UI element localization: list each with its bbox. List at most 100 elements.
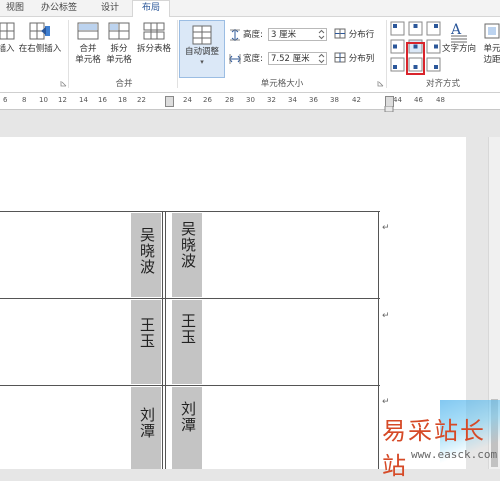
ruler-number: 36 [309,96,318,104]
height-value: 3 厘米 [271,30,297,40]
ruler-number: 42 [352,96,361,104]
ruler-number: 38 [330,96,339,104]
width-label: 宽度: [243,54,263,64]
ribbon-tab-bar: 视图 办公标签 设计 布局 [0,0,500,18]
row-height-icon [230,29,240,41]
ruler-number: 12 [58,96,67,104]
tab-view[interactable]: 视图 [0,1,30,16]
insert-left-label: 插入 [0,44,15,54]
distribute-columns-button[interactable]: 分布列 [334,52,374,66]
horizontal-ruler: 6 8 10 12 14 16 18 22 24 26 28 30 32 34 36 38 42 44 46 48 [0,93,500,133]
ruler-number: 16 [98,96,107,104]
insert-left-button[interactable]: 插入 [0,21,16,55]
table-cell-text: 吴晓波 [179,221,197,269]
ruler-number: 28 [225,96,234,104]
alignment-group-label: 对齐方式 [425,79,460,89]
split-cells-icon [108,22,130,40]
split-cells-button[interactable]: 拆分 单元格 [104,21,134,66]
align-top-right-icon[interactable] [426,21,441,36]
text-direction-button[interactable]: A 文字方向 [440,21,478,55]
merge-cells-label-1: 合并 [79,44,97,54]
group-separator [177,20,178,88]
width-input[interactable]: 7.52 厘米 [268,52,327,65]
indent-marker-icon[interactable] [384,106,394,112]
merge-cells-icon [77,22,99,40]
ruler-number: 8 [22,96,27,104]
group-separator [68,20,69,88]
table-border [378,211,379,469]
split-cells-label-2: 单元格 [106,55,132,65]
ruler-number: 34 [288,96,297,104]
ruler-number: 30 [246,96,255,104]
align-middle-left-icon[interactable] [390,39,405,54]
ruler-number: 46 [414,96,423,104]
end-of-row-mark: ↵ [382,397,390,407]
table-cell-text: 王玉 [179,313,197,345]
align-bottom-right-icon[interactable] [426,57,441,72]
ruler-number: 14 [79,96,88,104]
table-border [165,211,166,469]
merge-cells-button[interactable]: 合并 单元格 [72,21,104,66]
watermark-url: www.easck.com [411,448,498,461]
ruler-number: 10 [39,96,48,104]
split-table-button[interactable]: 拆分表格 [134,21,174,55]
tab-office-tabs[interactable]: 办公标签 [34,1,84,16]
distribute-rows-button[interactable]: 分布行 [334,28,374,42]
insert-left-icon [0,22,15,40]
ruler-number: 24 [183,96,192,104]
column-width-icon [229,54,241,64]
alignment-highlight-box [406,42,425,75]
align-top-left-icon[interactable] [390,21,405,36]
table-border [0,298,380,299]
align-bottom-left-icon[interactable] [390,57,405,72]
table-cell-text: 王玉 [138,317,156,349]
cell-margins-label-1: 单元 [483,44,500,54]
align-middle-right-icon[interactable] [426,39,441,54]
insert-right-button[interactable]: 在右侧插入 [16,21,64,55]
width-value: 7.52 厘米 [271,54,310,64]
text-direction-icon: A [450,22,467,43]
ruler-number: 26 [203,96,212,104]
align-top-center-icon[interactable] [408,21,423,36]
split-table-label: 拆分表格 [136,44,171,54]
column-marker-handle[interactable] [165,96,174,107]
cell-margins-label-2: 边距 [483,55,500,65]
distribute-columns-label: 分布列 [348,54,375,64]
cell-margins-button[interactable]: 单元 边距 [480,21,500,66]
ruler-number: 44 [393,96,402,104]
ruler-strip[interactable]: 6 8 10 12 14 16 18 22 24 26 28 30 32 34 36 38 42 44 46 48 [0,93,500,112]
height-label: 高度: [243,30,263,40]
merge-cells-label-2: 单元格 [75,55,101,65]
table-cell-text: 刘潭 [138,407,156,439]
tab-layout[interactable]: 布局 [132,0,170,18]
text-direction-label: 文字方向 [441,44,476,54]
ruler-number: 18 [118,96,127,104]
width-spinner-icon[interactable] [318,53,325,64]
dialog-launcher-icon[interactable] [60,80,67,87]
ruler-number: 32 [267,96,276,104]
height-spinner-icon[interactable] [318,29,325,40]
table-cell-text: 吴晓波 [138,227,156,275]
distribute-rows-label: 分布行 [348,30,375,40]
watermark-logo-text: 易采站长站 [382,417,486,480]
group-separator [386,20,387,88]
table-border [0,385,380,386]
cell-margins-icon [484,23,500,39]
table-border [0,211,380,212]
autofit-button[interactable]: 自动调整 ▾ [179,20,225,78]
ruler-number: 48 [436,96,445,104]
split-cells-label-1: 拆分 [110,44,128,54]
distribute-rows-icon [334,28,346,39]
autofit-icon [192,25,212,45]
distribute-columns-icon [334,52,346,63]
ruler-number: 22 [137,96,146,104]
dialog-launcher-icon[interactable] [377,80,384,87]
merge-group-label: 合并 [115,79,133,89]
height-input[interactable]: 3 厘米 [268,28,327,41]
tab-design[interactable]: 设计 [92,1,128,16]
ribbon-panel: 插入 在右侧插入 合并 单元格 拆分 单元格 拆分表格 合并 自动调整 ▾ 高度… [0,17,500,93]
split-table-icon [143,22,165,40]
autofit-dropdown-arrow-icon: ▾ [200,58,204,66]
table-cell-text: 刘潭 [179,401,197,433]
end-of-row-mark: ↵ [382,223,390,233]
